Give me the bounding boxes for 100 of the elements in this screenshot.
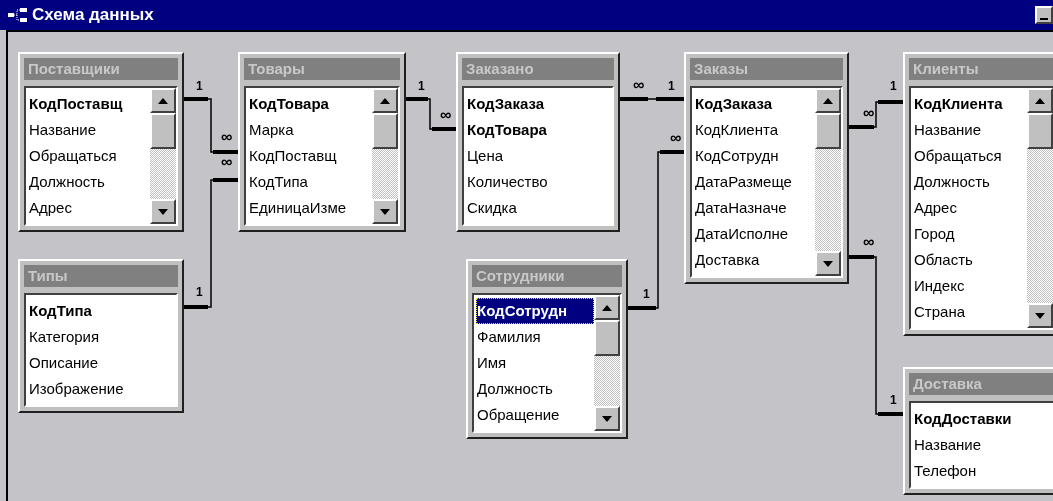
field-name[interactable]: Цена (466, 143, 612, 169)
field-name[interactable]: Марка (248, 117, 372, 143)
field-name[interactable]: ДатаРазмеще (694, 169, 815, 195)
field-list[interactable]: КодСотрудн Фамилия Имя Должность Обращение (472, 293, 622, 433)
field-name[interactable]: Количество (466, 169, 612, 195)
field-name[interactable]: КодТипа (248, 169, 372, 195)
down-arrow-icon (602, 415, 612, 422)
field-name[interactable]: Страна (913, 299, 1027, 325)
scroll-thumb[interactable] (150, 113, 176, 149)
scroll-up-button[interactable] (372, 88, 398, 113)
scrollbar[interactable] (594, 295, 620, 431)
field-name[interactable]: ЕдиницаИзме (248, 195, 372, 221)
cardinality-label: 1 (890, 393, 897, 407)
cardinality-label: ∞ (670, 129, 682, 146)
window-title: Схема данных (32, 4, 154, 27)
up-arrow-icon (602, 304, 612, 311)
scrollbar[interactable] (150, 88, 176, 224)
scrollbar[interactable] (372, 88, 398, 224)
field-name[interactable]: Название (913, 432, 1053, 458)
table-window[interactable]: Заказы КодЗаказа КодКлиента КодСотрудн ДатаРазмеще ДатаНазначе ДатаИсполне Доставка (684, 52, 849, 284)
field-name[interactable]: Название (28, 117, 150, 143)
scroll-up-button[interactable] (815, 88, 841, 113)
table-window[interactable]: Доставка КодДоставки Название Телефон (903, 367, 1053, 495)
scroll-down-button[interactable] (594, 406, 620, 431)
field-list[interactable]: КодЗаказа КодКлиента КодСотрудн ДатаРазмеще ДатаНазначе ДатаИсполне Доставка (690, 86, 843, 278)
field-name[interactable]: ДатаНазначе (694, 195, 815, 221)
cardinality-label: 1 (668, 79, 675, 93)
field-name[interactable]: КодСотрудн (694, 143, 815, 169)
field-name[interactable]: Описание (28, 350, 176, 376)
scroll-down-button[interactable] (815, 251, 841, 276)
field-name[interactable]: КодТипа (28, 298, 176, 324)
scroll-down-button[interactable] (150, 199, 176, 224)
field-name[interactable]: Индекс (913, 273, 1027, 299)
field-name[interactable]: Должность (476, 376, 594, 402)
field-list[interactable]: КодПоставщ Название Обращаться Должность Адрес (24, 86, 178, 226)
minimize-button[interactable] (1035, 6, 1053, 24)
field-name[interactable]: Фамилия (476, 324, 594, 350)
field-list[interactable]: КодКлиента Название Обращаться Должность Адрес Город Область Индекс Страна (909, 86, 1053, 330)
scroll-down-button[interactable] (1027, 303, 1053, 328)
scroll-thumb[interactable] (1027, 113, 1053, 149)
field-name[interactable]: Должность (28, 169, 150, 195)
field-name[interactable]: Изображение (28, 376, 176, 402)
field-name[interactable]: Доставка (694, 247, 815, 273)
field-list[interactable]: КодДоставки Название Телефон (909, 401, 1053, 489)
scrollbar[interactable] (815, 88, 841, 276)
scroll-down-button[interactable] (372, 199, 398, 224)
down-arrow-icon (1035, 312, 1045, 319)
field-name[interactable]: Область (913, 247, 1027, 273)
scroll-thumb[interactable] (815, 113, 841, 149)
field-name[interactable]: Телефон (913, 458, 1053, 484)
field-name[interactable]: Адрес (913, 195, 1027, 221)
minimize-icon (1040, 18, 1048, 20)
table-window[interactable]: Товары КодТовара Марка КодПоставщ КодТипа ЕдиницаИзме (238, 52, 406, 232)
field-name[interactable]: КодПоставщ (28, 91, 150, 117)
table-window[interactable]: Заказано КодЗаказа КодТовара Цена Количество Скидка (456, 52, 620, 232)
field-list[interactable]: КодЗаказа КодТовара Цена Количество Скидка (462, 86, 614, 226)
table-window[interactable]: Поставщики КодПоставщ Название Обращаться Должность Адрес (18, 52, 184, 232)
field-name[interactable]: КодПоставщ (248, 143, 372, 169)
field-name[interactable]: Обращаться (28, 143, 150, 169)
field-name[interactable]: Адрес (28, 195, 150, 221)
cardinality-label: 1 (418, 79, 425, 93)
scroll-thumb[interactable] (372, 113, 398, 149)
cardinality-label: 1 (890, 79, 897, 93)
cardinality-label: 1 (196, 285, 203, 299)
cardinality-label: ∞ (221, 128, 233, 145)
cardinality-label: ∞ (221, 153, 233, 170)
scroll-thumb[interactable] (594, 320, 620, 356)
field-name[interactable]: Обращение (476, 402, 594, 428)
up-arrow-icon (380, 97, 390, 104)
scroll-up-button[interactable] (150, 88, 176, 113)
field-name[interactable]: ДатаИсполне (694, 221, 815, 247)
scrollbar[interactable] (1027, 88, 1053, 328)
table-window[interactable]: Клиенты КодКлиента Название Обращаться Должность Адрес Город Область Индекс Страна (903, 52, 1053, 336)
cardinality-label: ∞ (863, 233, 875, 250)
field-name[interactable]: КодЗаказа (466, 91, 612, 117)
field-list[interactable]: КодТипа Категория Описание Изображение (24, 293, 178, 407)
field-name[interactable]: Имя (476, 350, 594, 376)
table-window[interactable]: Типы КодТипа Категория Описание Изображение (18, 259, 184, 413)
field-name[interactable]: Обращаться (913, 143, 1027, 169)
field-name[interactable]: Скидка (466, 195, 612, 221)
field-name[interactable]: Должность (913, 169, 1027, 195)
scroll-up-button[interactable] (1027, 88, 1053, 113)
field-name[interactable]: Название (913, 117, 1027, 143)
field-name[interactable]: КодТовара (248, 91, 372, 117)
field-name[interactable]: Категория (28, 324, 176, 350)
cardinality-label: ∞ (633, 76, 645, 93)
field-name[interactable]: КодКлиента (694, 117, 815, 143)
scroll-up-button[interactable] (594, 295, 620, 320)
up-arrow-icon (823, 97, 833, 104)
field-name[interactable]: КодСотрудн (476, 298, 594, 324)
cardinality-label: 1 (196, 79, 203, 93)
field-list[interactable]: КодТовара Марка КодПоставщ КодТипа ЕдиницаИзме (244, 86, 400, 226)
table-window[interactable]: Сотрудники КодСотрудн Фамилия Имя Должность Обращение (466, 259, 628, 439)
field-name[interactable]: КодЗаказа (694, 91, 815, 117)
field-name[interactable]: Город (913, 221, 1027, 247)
field-name[interactable]: КодКлиента (913, 91, 1027, 117)
relationships-icon (8, 7, 28, 23)
field-name[interactable]: КодДоставки (913, 406, 1053, 432)
field-name[interactable]: КодТовара (466, 117, 612, 143)
cardinality-label: ∞ (863, 104, 875, 121)
